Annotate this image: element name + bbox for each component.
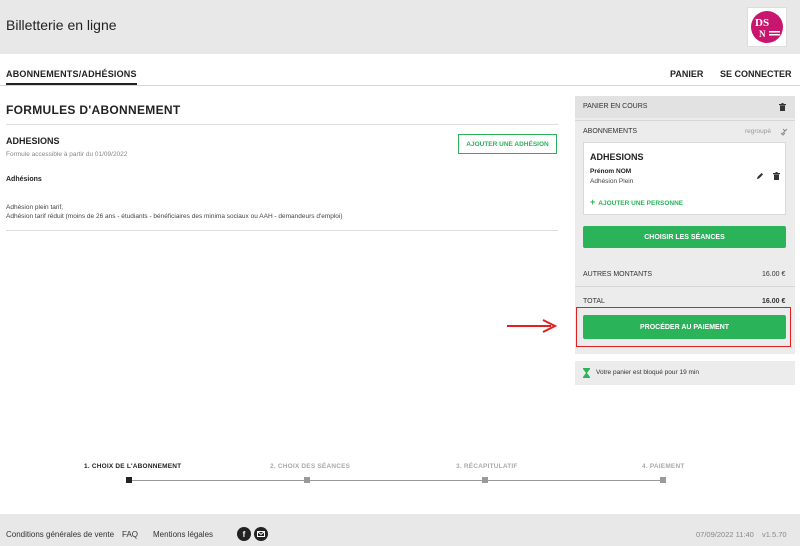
trash-icon[interactable] (773, 172, 780, 180)
dsn-logo-icon: DS N (751, 11, 783, 43)
plus-icon: + (590, 197, 596, 207)
section-title: ADHESIONS (6, 136, 60, 146)
red-arrow-icon (507, 319, 558, 333)
divider (6, 124, 558, 125)
step-1-label: 1. CHOIX DE L'ABONNEMENT (84, 463, 182, 470)
description-line-2: Adhésion tarif réduit (moins de 26 ans -… (6, 213, 343, 220)
step-progress-line (129, 480, 665, 481)
legal-link[interactable]: Mentions légales (153, 530, 213, 539)
total-value: 16.00 € (762, 298, 786, 305)
grouped-label: regroupé (745, 128, 772, 135)
adhesions-label: Adhésions (6, 176, 42, 183)
other-amounts-value: 16.00 € (762, 271, 786, 278)
email-icon[interactable] (254, 527, 268, 541)
availability-text: Formule accessible à partir du 01/09/202… (6, 151, 128, 158)
add-adhesion-button[interactable]: AJOUTER UNE ADHÉSION (458, 134, 557, 154)
step-4-marker (660, 477, 666, 483)
svg-text:N: N (759, 29, 766, 39)
total-label: TOTAL (583, 298, 605, 305)
envelope-icon (257, 531, 265, 537)
cart-header: PANIER EN COURS (575, 96, 795, 118)
step-1-marker (126, 477, 132, 483)
hourglass-icon (583, 368, 590, 378)
timer-text: Votre panier est bloqué pour 19 min (596, 369, 699, 376)
add-person-link[interactable]: + AJOUTER UNE PERSONNE (590, 197, 683, 207)
edit-pencil-icon[interactable] (756, 172, 764, 180)
dsn-logo[interactable]: DS N (747, 7, 787, 47)
timer-notice: Votre panier est bloqué pour 19 min (575, 361, 795, 385)
panier-link[interactable]: PANIER (670, 69, 703, 79)
faq-link[interactable]: FAQ (122, 530, 138, 539)
svg-text:DS: DS (755, 17, 769, 29)
nav-bar: ABONNEMENTS/ADHÉSIONS PANIER SE CONNECTE… (0, 54, 800, 86)
add-person-label: AJOUTER UNE PERSONNE (598, 200, 684, 207)
footer-datetime: 07/09/2022 11:40 (696, 530, 754, 539)
divider (575, 120, 795, 121)
step-2-label: 2. CHOIX DES SÉANCES (270, 463, 351, 470)
description-line-1: Adhésion plein tarif, (6, 204, 64, 211)
choose-seances-button[interactable]: CHOISIR LES SÉANCES (583, 226, 786, 248)
step-3-label: 3. RÉCAPITULATIF (456, 463, 518, 470)
adhesion-card: ADHESIONS Prénom NOM Adhésion Plein + AJO… (583, 142, 786, 215)
other-amounts-label: AUTRES MONTANTS (583, 271, 653, 278)
cart-header-title: PANIER EN COURS (583, 103, 648, 110)
cgv-link[interactable]: Conditions générales de vente (6, 530, 114, 539)
footer-version: v1.5.70 (762, 530, 787, 539)
proceed-payment-button[interactable]: PROCÉDER AU PAIEMENT (583, 315, 786, 339)
top-header: Billetterie en ligne DS N (0, 0, 800, 54)
link-icon[interactable] (780, 128, 788, 136)
trash-icon[interactable] (779, 103, 786, 111)
step-3-marker (482, 477, 488, 483)
divider (575, 286, 795, 287)
divider (6, 230, 558, 231)
facebook-icon[interactable]: f (237, 527, 251, 541)
person-name: Prénom NOM (590, 168, 632, 175)
step-4-label: 4. PAIEMENT (642, 463, 685, 470)
step-2-marker (304, 477, 310, 483)
connect-link[interactable]: SE CONNECTER (720, 69, 792, 79)
footer: Conditions générales de vente FAQ Mentio… (0, 514, 800, 546)
card-title: ADHESIONS (590, 152, 644, 162)
tab-abonnements[interactable]: ABONNEMENTS/ADHÉSIONS (6, 69, 137, 85)
page-title: FORMULES D'ABONNEMENT (6, 103, 181, 117)
person-tariff: Adhésion Plein (590, 178, 634, 185)
abonnements-label: ABONNEMENTS (583, 128, 638, 135)
site-title: Billetterie en ligne (6, 17, 117, 33)
